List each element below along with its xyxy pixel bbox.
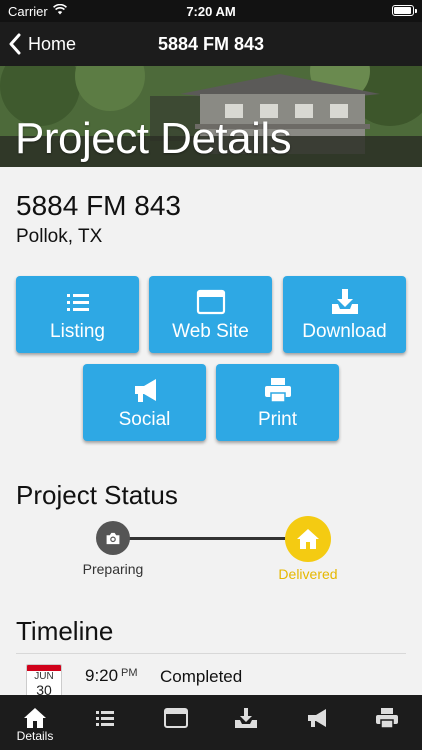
megaphone-icon	[308, 709, 326, 727]
camera-icon	[96, 521, 130, 555]
project-address: 5884 FM 843 Pollok, TX	[16, 190, 181, 250]
status-step-label: Preparing	[82, 561, 144, 577]
street-address: 5884 FM 843	[16, 190, 181, 221]
back-button[interactable]: Home	[8, 22, 76, 66]
status-step-label: Delivered	[278, 566, 338, 582]
project-status-heading: Project Status	[16, 480, 178, 510]
divider	[16, 653, 406, 654]
tab-bar: Details	[0, 695, 422, 750]
home-icon	[285, 516, 331, 562]
website-button[interactable]: Web Site	[149, 276, 272, 353]
tab-details[interactable]: Details	[0, 695, 70, 750]
download-icon	[235, 708, 257, 728]
print-label: Print	[257, 409, 298, 430]
timeline-event: Completed	[160, 667, 243, 686]
back-label: Home	[28, 33, 77, 54]
chevron-left-icon	[9, 33, 21, 55]
browser-icon	[164, 708, 188, 728]
tab-print[interactable]	[352, 695, 422, 750]
download-label: Download	[302, 321, 387, 342]
listing-button[interactable]: Listing	[16, 276, 139, 353]
timeline-heading: Timeline	[16, 616, 114, 646]
tab-download[interactable]	[211, 695, 281, 750]
tab-label: Details	[16, 729, 54, 743]
tab-website[interactable]	[141, 695, 211, 750]
printer-icon	[376, 708, 398, 729]
status-step-preparing: Preparing	[68, 521, 158, 577]
timeline-time: 9:20	[85, 666, 119, 685]
tab-listing[interactable]	[70, 695, 140, 750]
clock: 7:20 AM	[186, 4, 236, 19]
hero-title: Project Details	[15, 114, 292, 163]
printer-icon	[264, 378, 291, 403]
social-button[interactable]: Social	[83, 364, 206, 441]
listing-label: Listing	[50, 321, 105, 342]
list-icon	[96, 711, 114, 726]
battery-icon	[392, 5, 417, 16]
website-label: Web Site	[172, 321, 249, 342]
download-button[interactable]: Download	[283, 276, 406, 353]
navigation-bar: Home 5884 FM 843	[0, 22, 422, 66]
social-label: Social	[118, 409, 171, 430]
download-icon	[331, 289, 358, 314]
tab-social[interactable]	[282, 695, 352, 750]
list-icon	[66, 294, 89, 311]
browser-icon	[196, 289, 225, 315]
timeline-ampm: PM	[121, 667, 138, 679]
print-button[interactable]: Print	[216, 364, 339, 441]
megaphone-icon	[134, 379, 156, 402]
status-bar: Carrier 7:20 AM	[0, 0, 422, 22]
status-step-delivered: Delivered	[263, 516, 353, 582]
city-state: Pollok, TX	[16, 226, 103, 247]
home-icon	[24, 708, 46, 728]
hero-banner: Project Details	[0, 66, 422, 167]
